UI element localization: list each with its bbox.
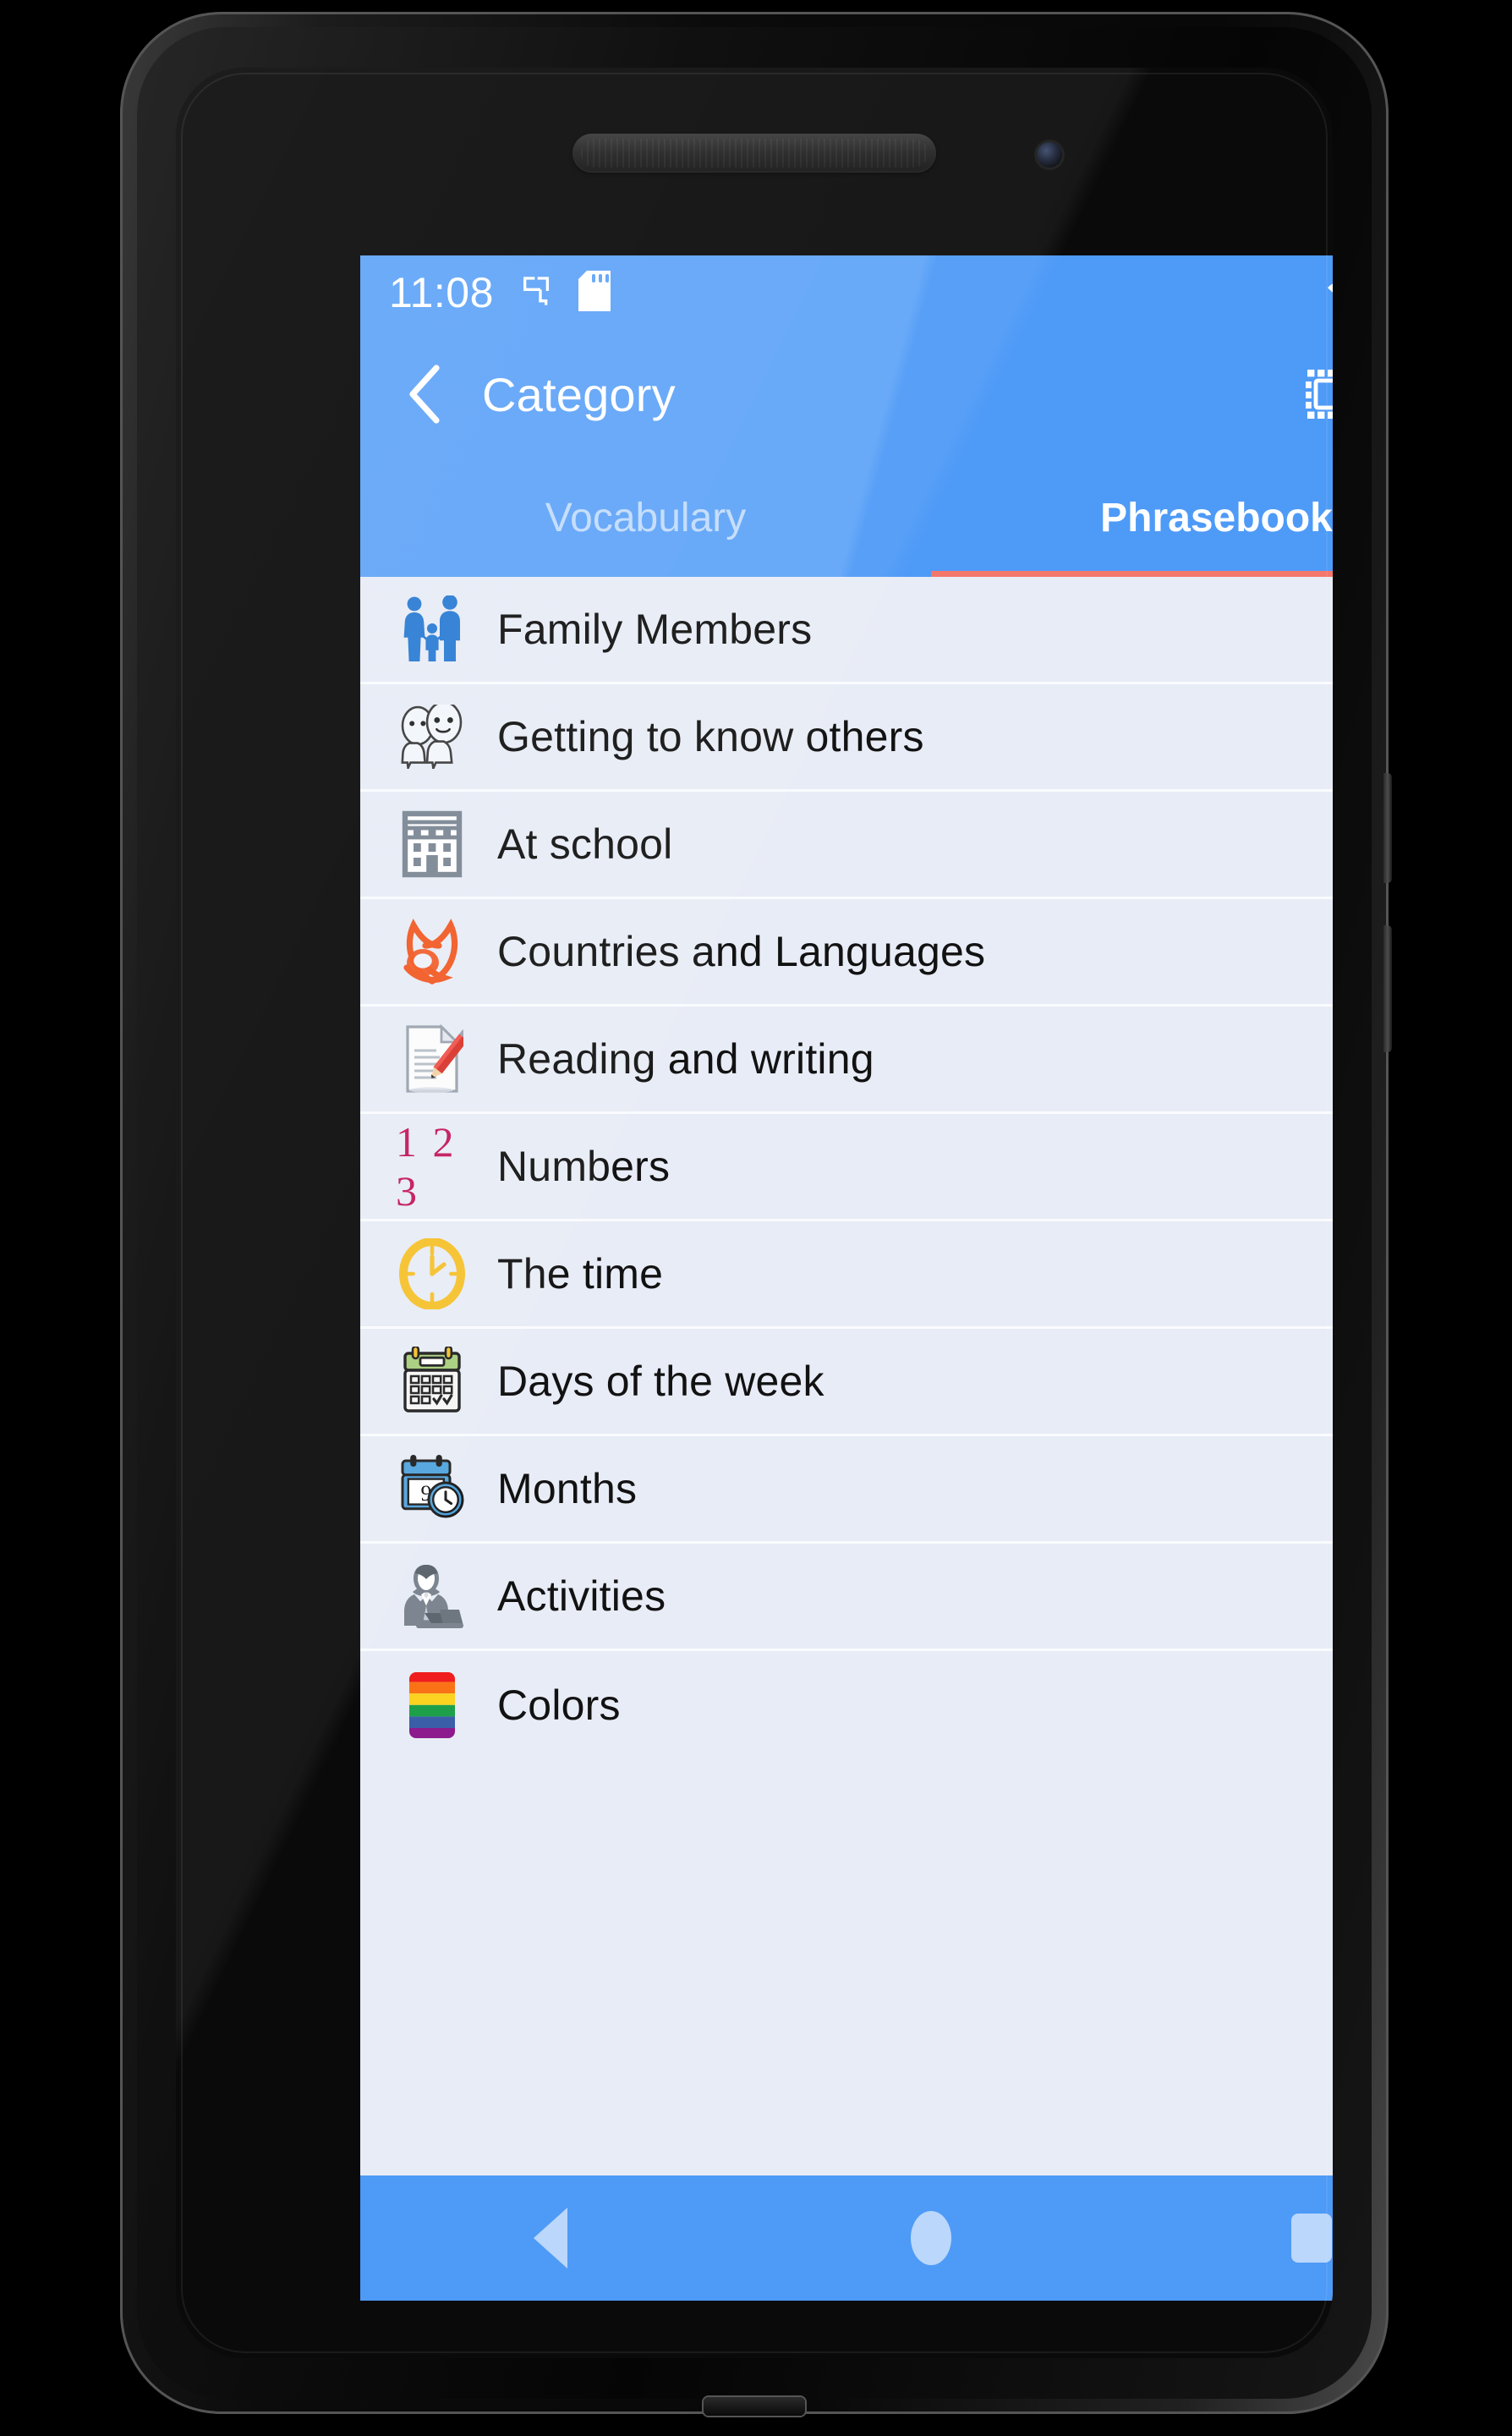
page-title: Category (482, 367, 676, 421)
list-item-label: Family Members (497, 606, 813, 653)
front-camera-icon (1037, 142, 1062, 167)
list-item[interactable]: Countries and Languages (360, 899, 1333, 1007)
list-item[interactable]: Colors (360, 1651, 1333, 1758)
chevron-left-icon (409, 365, 440, 424)
category-list: Family Members Getting to know others At… (360, 577, 1333, 2175)
nav-back-button[interactable] (483, 2175, 618, 2301)
select-all-icon[interactable] (1301, 365, 1333, 424)
numbers-123-text: 1 2 3 (396, 1118, 457, 1215)
two-faces-icon (396, 700, 468, 773)
school-building-icon (396, 808, 468, 881)
status-bar-clock: 11:08 (389, 269, 494, 316)
tab-phrasebook-label: Phrasebook (1100, 495, 1333, 540)
list-item[interactable]: Family Members (360, 577, 1333, 684)
list-item-label: Countries and Languages (497, 928, 986, 975)
list-item-label: Reading and writing (497, 1035, 874, 1083)
nav-home-circle-icon (911, 2211, 951, 2265)
list-item-label: The time (497, 1250, 664, 1298)
list-item[interactable]: Getting to know others (360, 684, 1333, 792)
phone-screen: 11:08 Category Vocabulary Phrasebook Fam… (360, 255, 1333, 2301)
power-button[interactable] (1383, 773, 1392, 883)
app-bar-actions (1301, 365, 1333, 424)
rainbow-flag-icon (396, 1669, 468, 1742)
list-item-label: Getting to know others (497, 713, 924, 760)
charging-port (704, 2397, 805, 2416)
list-item[interactable]: Reading and writing (360, 1007, 1333, 1114)
status-bar-right (1326, 271, 1333, 315)
usb-debug-icon (519, 272, 553, 314)
list-item-label: Days of the week (497, 1358, 824, 1405)
document-pencil-icon (396, 1023, 468, 1095)
tab-bar: Vocabulary Phrasebook (360, 458, 1333, 577)
list-item[interactable]: 1 2 3 Numbers (360, 1114, 1333, 1221)
clock-icon (396, 1237, 468, 1310)
list-item-label: Numbers (497, 1143, 671, 1190)
list-item-label: Colors (497, 1681, 621, 1729)
list-item[interactable]: Days of the week (360, 1329, 1333, 1436)
status-bar: 11:08 (360, 255, 1333, 330)
list-item[interactable]: 9 Months (360, 1436, 1333, 1544)
system-navigation-bar (360, 2175, 1333, 2301)
calendar-clock-icon: 9 (396, 1452, 468, 1525)
tab-active-indicator (931, 571, 1333, 577)
phone-device-frame: 11:08 Category Vocabulary Phrasebook Fam… (120, 12, 1392, 2416)
tab-vocabulary[interactable]: Vocabulary (360, 458, 931, 577)
list-item[interactable]: Activities (360, 1544, 1333, 1651)
person-laptop-icon (396, 1560, 468, 1632)
list-item[interactable]: At school (360, 792, 1333, 899)
sd-card-icon (578, 270, 611, 315)
nav-back-triangle-icon (534, 2208, 567, 2269)
earpiece-speaker-grille (572, 134, 936, 173)
globe-knot-icon (396, 915, 468, 988)
phone-inner-frame: 11:08 Category Vocabulary Phrasebook Fam… (137, 27, 1372, 2399)
list-item[interactable]: The time (360, 1221, 1333, 1329)
list-item-label: At school (497, 820, 673, 868)
family-icon (396, 593, 468, 666)
nav-recents-square-icon (1291, 2214, 1332, 2263)
nav-home-button[interactable] (863, 2175, 999, 2301)
tab-vocabulary-label: Vocabulary (545, 495, 747, 540)
status-bar-left: 11:08 (389, 269, 611, 316)
list-item-label: Activities (497, 1572, 666, 1620)
volume-button[interactable] (1383, 925, 1392, 1052)
list-item-label: Months (497, 1465, 638, 1512)
calendar-check-icon (396, 1345, 468, 1418)
tab-phrasebook[interactable]: Phrasebook (931, 458, 1333, 577)
numbers-123-icon: 1 2 3 (396, 1118, 468, 1215)
nav-recents-button[interactable] (1244, 2175, 1333, 2301)
wifi-no-internet-icon (1326, 272, 1333, 314)
app-bar: Category (360, 330, 1333, 458)
back-navigation-button[interactable] (392, 361, 458, 427)
phone-front-glass: 11:08 Category Vocabulary Phrasebook Fam… (176, 68, 1333, 2358)
